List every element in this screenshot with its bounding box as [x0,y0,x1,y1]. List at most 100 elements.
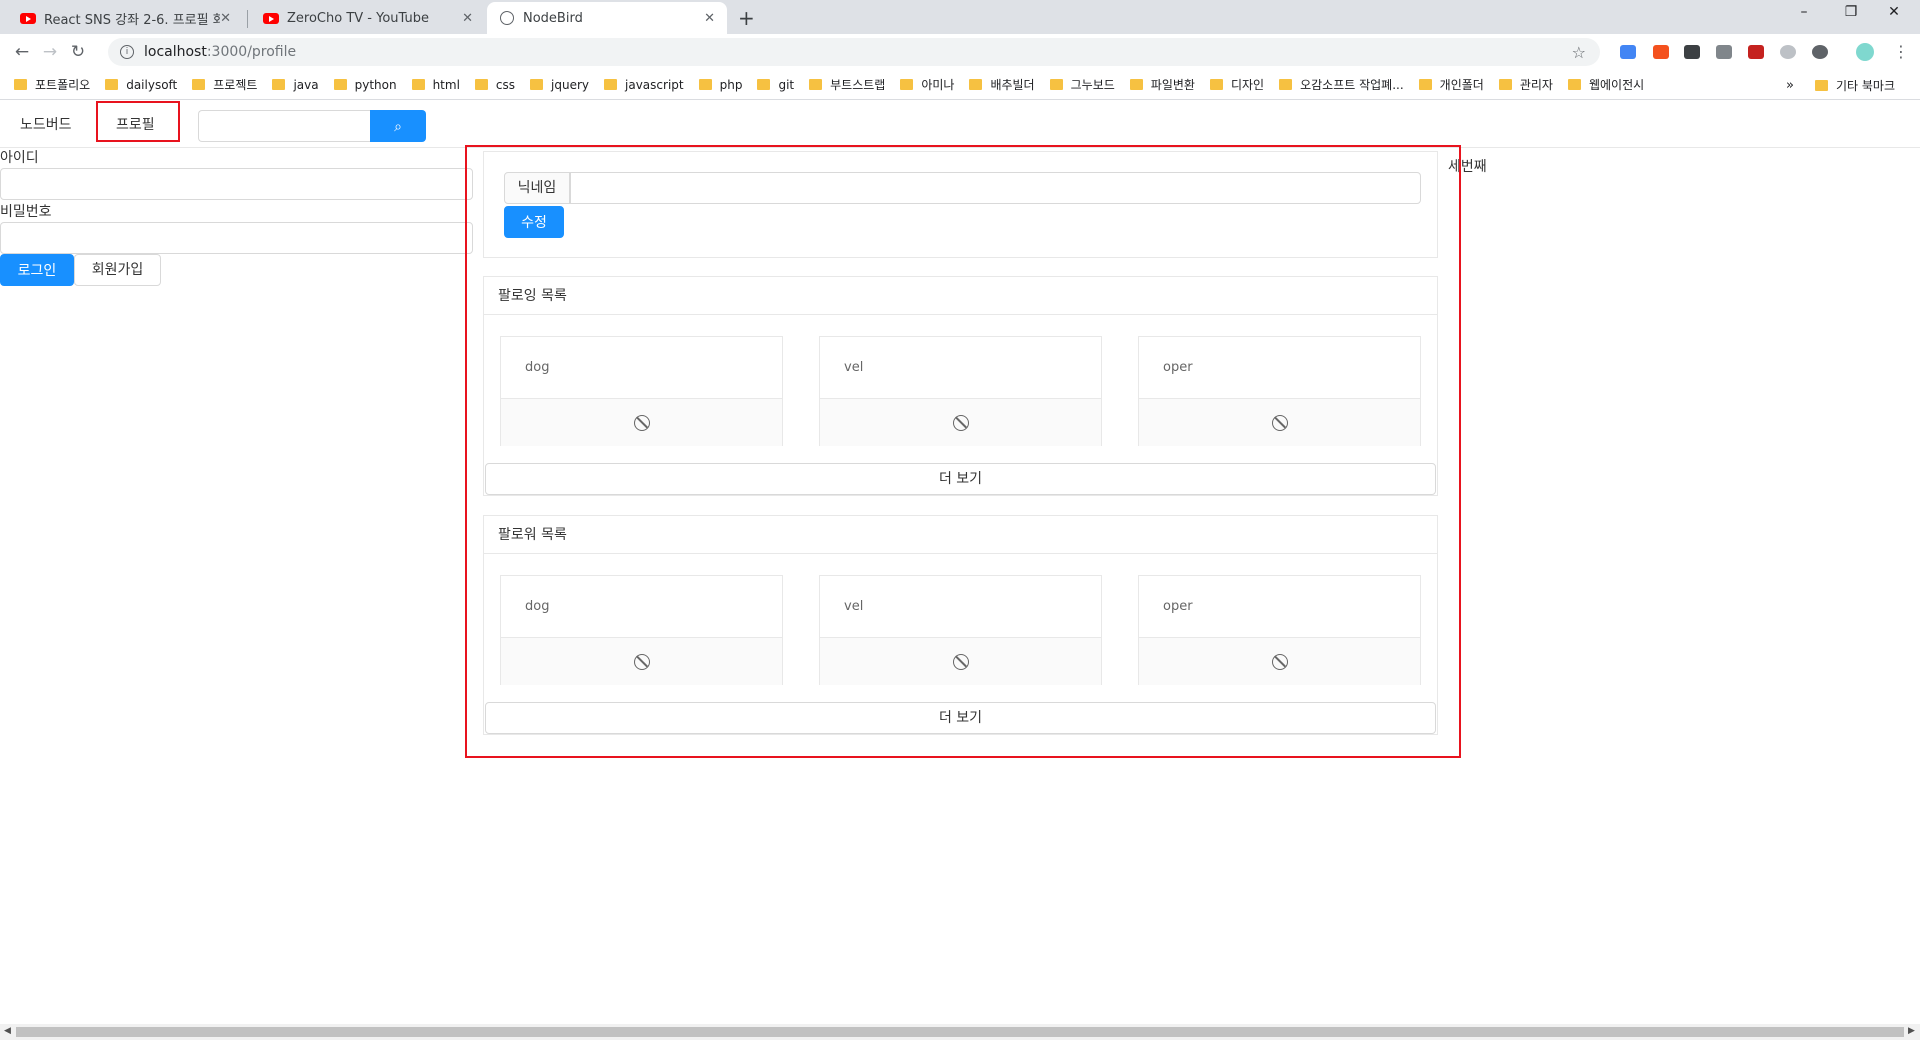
scrollbar-thumb[interactable] [16,1027,1904,1037]
user-name: oper [1139,337,1420,399]
bookmark-folder[interactable]: python [333,78,397,92]
bookmark-star-icon[interactable]: ☆ [1572,43,1586,62]
extension-icon[interactable] [1748,45,1764,59]
bookmark-folder[interactable]: git [757,78,794,92]
nickname-label: 닉네임 [504,172,570,204]
tab-divider [247,10,248,28]
tab-nodebird[interactable]: NodeBird ✕ [487,2,727,34]
following-list-title: 팔로잉 목록 [484,277,1437,315]
scroll-right-arrow-icon[interactable]: ▶ [1908,1026,1915,1036]
bookmark-folder[interactable]: 프로젝트 [192,76,257,93]
reload-icon[interactable]: ↻ [64,42,92,62]
list-item: vel [819,336,1102,446]
user-name: dog [501,576,782,638]
stop-icon[interactable] [1271,414,1288,431]
search-button[interactable]: ⌕ [370,110,426,142]
menu-kebab-icon[interactable]: ⋮ [1893,42,1909,61]
bookmark-folder[interactable]: php [698,78,742,92]
address-bar: ← → ↻ i localhost:3000/profile ☆ ⋮ [0,34,1920,70]
youtube-icon [20,10,36,26]
avatar[interactable] [1856,43,1874,61]
url-field[interactable]: i localhost:3000/profile ☆ [108,38,1600,66]
bookmark-folder[interactable]: 관리자 [1498,76,1553,93]
minimize-button[interactable]: – [1784,4,1824,20]
password-label: 비밀번호 [0,204,52,220]
menu-item-home[interactable]: 노드버드 [20,114,72,134]
bookmarks-overflow-button[interactable]: » [1786,78,1794,93]
horizontal-scrollbar[interactable]: ◀ ▶ [0,1024,1920,1040]
extension-icon[interactable] [1812,45,1828,59]
edit-button[interactable]: 수정 [504,206,564,238]
bookmark-folder[interactable]: javascript [604,78,684,92]
bookmark-folder[interactable]: 그누보드 [1049,76,1115,93]
forward-icon[interactable]: → [36,42,64,62]
load-more-following-button[interactable]: 더 보기 [485,463,1436,495]
id-field[interactable] [0,168,473,200]
bookmark-folder[interactable]: 부트스트랩 [809,76,885,93]
user-name: vel [820,337,1101,399]
bookmark-folder[interactable]: 디자인 [1209,76,1264,93]
password-field[interactable] [0,222,473,254]
search-bar: ⌕ [198,110,426,142]
login-form: 아이디 비밀번호 [0,148,473,256]
folder-icon [1209,79,1223,90]
bookmark-folder[interactable]: 배추빌더 [969,76,1035,93]
extension-icon[interactable] [1620,45,1636,59]
url-host: localhost [144,44,207,60]
extension-icon[interactable] [1684,45,1700,59]
bookmark-folder[interactable]: java [272,78,319,92]
bookmark-folder[interactable]: jquery [530,78,589,92]
info-icon[interactable]: i [120,45,134,59]
bookmark-folder[interactable]: css [474,78,515,92]
signup-button[interactable]: 회원가입 [74,254,161,286]
followers-list-title: 팔로워 목록 [484,516,1437,554]
folder-icon [900,79,914,90]
stop-icon[interactable] [633,653,650,670]
folder-icon [333,79,347,90]
bookmark-folder[interactable]: 아미나 [900,76,954,93]
tab-zerocho[interactable]: ZeroCho TV - YouTube ✕ [251,2,485,34]
scroll-left-arrow-icon[interactable]: ◀ [4,1026,11,1036]
folder-icon [757,79,771,90]
bookmark-folder[interactable]: 오감소프트 작업폐... [1279,76,1404,93]
menu-item-profile[interactable]: 프로필 [116,114,155,134]
close-tab-icon[interactable]: ✕ [220,11,231,26]
bookmark-folder[interactable]: 개인폴더 [1418,76,1484,93]
stop-icon[interactable] [633,414,650,431]
followers-list: 팔로워 목록 dog vel oper 더 보기 [483,515,1438,735]
stop-icon[interactable] [1271,653,1288,670]
bookmark-folder[interactable]: 파일변환 [1129,76,1195,93]
search-input[interactable] [198,110,370,142]
stop-icon[interactable] [952,653,969,670]
close-window-button[interactable]: ✕ [1874,4,1914,20]
extension-icon[interactable] [1780,45,1796,59]
tab-strip: React SNS 강좌 2-6. 프로필 화면 ✕ ZeroCho TV - … [0,0,1920,34]
folder-icon [411,79,425,90]
folder-icon [809,79,823,90]
back-icon[interactable]: ← [8,42,36,62]
bookmark-folder[interactable]: dailysoft [105,78,177,92]
extension-icon[interactable] [1653,45,1669,59]
bookmark-folder[interactable]: html [411,78,460,92]
folder-icon [1815,80,1828,91]
bookmark-folder[interactable]: 웹에이전시 [1567,76,1644,93]
load-more-followers-button[interactable]: 더 보기 [485,702,1436,734]
folder-icon [698,79,712,90]
restore-button[interactable]: ❐ [1831,4,1871,20]
tab-react-sns[interactable]: React SNS 강좌 2-6. 프로필 화면 ✕ [8,2,243,34]
nickname-field[interactable] [570,172,1421,204]
close-tab-icon[interactable]: ✕ [704,11,715,26]
bookmarks-bar: 포트폴리오 dailysoft 프로젝트 java python html cs… [0,70,1920,100]
user-name: oper [1139,576,1420,638]
login-button[interactable]: 로그인 [0,254,74,286]
tab-title: ZeroCho TV - YouTube [287,10,429,26]
new-tab-button[interactable]: + [738,6,755,30]
bookmark-folder[interactable]: 포트폴리오 [14,76,90,93]
folder-icon [1418,79,1432,90]
stop-icon[interactable] [952,414,969,431]
close-tab-icon[interactable]: ✕ [462,11,473,26]
user-name: vel [820,576,1101,638]
other-bookmarks[interactable]: 기타 북마크 [1815,77,1895,94]
folder-icon [14,79,27,90]
camera-icon[interactable] [1716,45,1732,59]
